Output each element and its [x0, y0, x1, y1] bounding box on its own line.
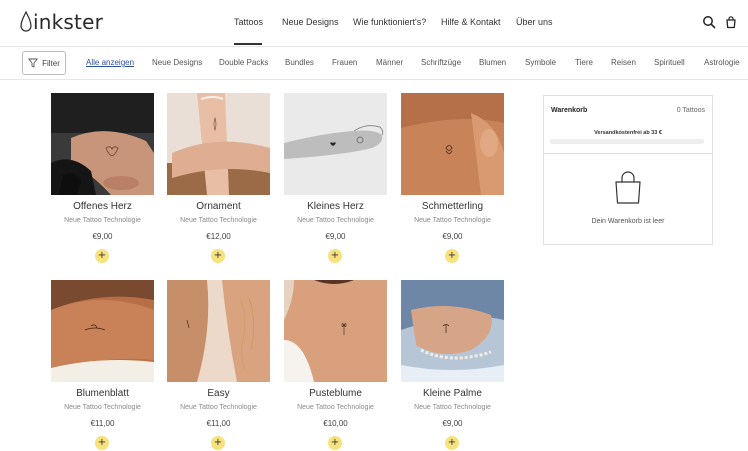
add-to-cart-button[interactable]: +: [328, 436, 342, 450]
category-schriftzuege[interactable]: Schriftzüge: [421, 58, 461, 67]
free-shipping-text: Versandkostenfrei ab 33 €: [594, 130, 662, 136]
product-name[interactable]: Offenes Herz: [41, 201, 164, 212]
product-subtitle: Neue Tattoo Technologie: [64, 217, 141, 224]
add-to-cart-button[interactable]: +: [445, 436, 459, 450]
product-subtitle: Neue Tattoo Technologie: [297, 404, 374, 411]
nav-item-neue-designs[interactable]: Neue Designs: [282, 17, 339, 27]
product-name[interactable]: Pusteblume: [274, 388, 397, 399]
nav-item-wie-funktionierts[interactable]: Wie funktioniert's?: [353, 17, 426, 27]
product-subtitle: Neue Tattoo Technologie: [180, 404, 257, 411]
nav-item-ueber-uns[interactable]: Über uns: [516, 17, 553, 27]
product-image[interactable]: [401, 280, 504, 382]
product-name[interactable]: Easy: [157, 388, 280, 399]
product-price: €9,00: [325, 232, 346, 241]
product-name[interactable]: Kleine Palme: [391, 388, 514, 399]
product-subtitle: Neue Tattoo Technologie: [414, 217, 491, 224]
category-tiere[interactable]: Tiere: [575, 58, 593, 67]
product-subtitle: Neue Tattoo Technologie: [414, 404, 491, 411]
product-price: €9,00: [92, 232, 113, 241]
product-price: €12,00: [206, 232, 231, 241]
product-name[interactable]: Blumenblatt: [41, 388, 164, 399]
product-price: €9,00: [442, 419, 463, 428]
product-image[interactable]: [167, 93, 270, 195]
product-image[interactable]: [51, 93, 154, 195]
category-double-packs[interactable]: Double Packs: [219, 58, 268, 67]
product-image[interactable]: [401, 93, 504, 195]
add-to-cart-button[interactable]: +: [211, 436, 225, 450]
nav-item-hilfe-kontakt[interactable]: Hilfe & Kontakt: [441, 17, 501, 27]
nav-item-tattoos[interactable]: Tattoos: [234, 17, 263, 27]
active-nav-indicator: [234, 43, 262, 45]
product-name[interactable]: Kleines Herz: [274, 201, 397, 212]
product-image[interactable]: [167, 280, 270, 382]
category-astrologie[interactable]: Astrologie: [704, 58, 740, 67]
category-maenner[interactable]: Männer: [376, 58, 403, 67]
product-name[interactable]: Schmetterling: [391, 201, 514, 212]
product-price: €11,00: [90, 419, 115, 428]
product-price: €9,00: [442, 232, 463, 241]
product-subtitle: Neue Tattoo Technologie: [297, 217, 374, 224]
product-price: €10,00: [323, 419, 348, 428]
product-image[interactable]: [284, 93, 387, 195]
add-to-cart-button[interactable]: +: [445, 249, 459, 263]
product-subtitle: Neue Tattoo Technologie: [64, 404, 141, 411]
product-name[interactable]: Ornament: [157, 201, 280, 212]
cart-title: Warenkorb: [551, 107, 588, 114]
site-header: inkster Tattoos Neue Designs Wie funktio…: [0, 0, 748, 47]
filter-button[interactable]: Filter: [22, 51, 66, 75]
category-alle-anzeigen[interactable]: Alle anzeigen: [86, 58, 134, 67]
product-image[interactable]: [284, 280, 387, 382]
add-to-cart-button[interactable]: +: [328, 249, 342, 263]
cart-count: 0 Tattoos: [676, 107, 705, 114]
main-nav: Tattoos Neue Designs Wie funktioniert's?…: [0, 0, 748, 46]
search-icon[interactable]: [702, 15, 716, 29]
product-image[interactable]: [51, 280, 154, 382]
category-frauen[interactable]: Frauen: [332, 58, 357, 67]
add-to-cart-button[interactable]: +: [95, 436, 109, 450]
filter-icon: [28, 58, 38, 68]
filter-label: Filter: [42, 58, 60, 68]
cart-header: Warenkorb 0 Tattoos Versandkostenfrei ab…: [544, 96, 712, 154]
category-bundles[interactable]: Bundles: [285, 58, 314, 67]
add-to-cart-button[interactable]: +: [95, 249, 109, 263]
free-shipping-progress: [550, 139, 704, 144]
category-spirituell[interactable]: Spirituell: [654, 58, 685, 67]
category-symbole[interactable]: Symbole: [525, 58, 556, 67]
cart-icon[interactable]: [724, 15, 738, 29]
category-bar: Filter Alle anzeigen Neue Designs Double…: [0, 47, 748, 80]
shopping-bag-icon: [613, 171, 643, 210]
product-subtitle: Neue Tattoo Technologie: [180, 217, 257, 224]
cart-panel: Warenkorb 0 Tattoos Versandkostenfrei ab…: [543, 95, 713, 245]
add-to-cart-button[interactable]: +: [211, 249, 225, 263]
category-reisen[interactable]: Reisen: [611, 58, 636, 67]
category-blumen[interactable]: Blumen: [479, 58, 506, 67]
category-neue-designs[interactable]: Neue Designs: [152, 58, 202, 67]
cart-empty-message: Dein Warenkorb ist leer: [591, 218, 665, 225]
product-price: €11,00: [206, 419, 231, 428]
